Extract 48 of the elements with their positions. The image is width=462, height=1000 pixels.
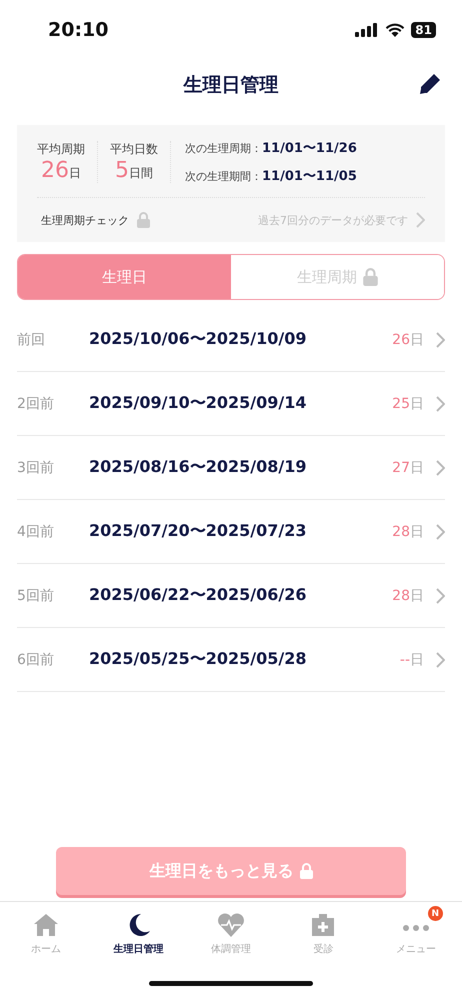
date-range: 2025/08/16〜2025/08/19 bbox=[89, 457, 308, 478]
cycle-days: 26日 bbox=[392, 330, 424, 348]
row-label: 5回前 bbox=[17, 586, 55, 604]
stat-label: 平均日数 bbox=[110, 141, 158, 158]
stat-value: 5 日間 bbox=[115, 158, 153, 183]
pencil-icon[interactable] bbox=[418, 72, 442, 96]
home-icon bbox=[33, 912, 60, 938]
chevron-icon[interactable] bbox=[436, 588, 445, 604]
next-label: 次の生理期間： bbox=[185, 168, 262, 184]
cycle-days: 28 日 bbox=[392, 522, 424, 540]
next-value: 11/01〜11/05 bbox=[262, 168, 357, 185]
medical-kit-icon bbox=[310, 912, 336, 938]
check-note: 過去7回分のデータが必要です bbox=[257, 212, 408, 228]
chevron-icon[interactable] bbox=[436, 460, 445, 476]
status-time: 20:10 bbox=[48, 19, 108, 41]
cycle-days: 25 日 bbox=[392, 394, 424, 412]
row-label: 前回 bbox=[17, 330, 46, 348]
tab[interactable]: 生理日 bbox=[18, 255, 231, 299]
signal-icon bbox=[355, 23, 380, 37]
more-dots-icon bbox=[402, 925, 429, 931]
next-label: 次の生理周期： bbox=[185, 140, 262, 156]
chevron-icon[interactable] bbox=[436, 332, 445, 348]
check-label: 生理周期チェック bbox=[41, 212, 129, 228]
date-range: 2025/09/10〜2025/09/14 bbox=[89, 393, 308, 414]
date-range: 2025/05/25〜2025/05/28 bbox=[89, 649, 308, 670]
chevron-icon[interactable] bbox=[416, 212, 425, 228]
cycle-days: --日 bbox=[400, 650, 424, 668]
date-range: 2025/06/22〜2025/06/26 bbox=[89, 585, 308, 606]
row-label: 3回前 bbox=[17, 458, 55, 476]
page-title: 生理日管理 bbox=[184, 73, 278, 98]
more-button[interactable]: 生理日をもっと見る bbox=[56, 847, 406, 895]
chevron-icon[interactable] bbox=[436, 524, 445, 540]
row-label: 6回前 bbox=[17, 650, 55, 668]
battery-indicator: 81 bbox=[411, 22, 436, 38]
chevron-icon[interactable] bbox=[436, 652, 445, 668]
row-label: 2回前 bbox=[17, 394, 55, 412]
next-value: 11/01〜11/26 bbox=[262, 140, 357, 157]
cycle-days: 28 日 bbox=[392, 586, 424, 604]
date-range: 2025/07/20〜2025/07/23 bbox=[89, 521, 308, 542]
notification-badge: N bbox=[428, 906, 443, 921]
stat-value: 26 日 bbox=[41, 158, 81, 183]
cycle-days: 27 日 bbox=[392, 458, 424, 476]
chevron-icon[interactable] bbox=[436, 396, 445, 412]
date-range: 2025/10/06〜2025/10/09 bbox=[89, 329, 308, 350]
row-label: 4回前 bbox=[17, 522, 55, 540]
heart-pulse-icon bbox=[217, 912, 246, 938]
wifi-icon bbox=[385, 23, 406, 37]
stat-label: 平均周期 bbox=[37, 141, 85, 158]
